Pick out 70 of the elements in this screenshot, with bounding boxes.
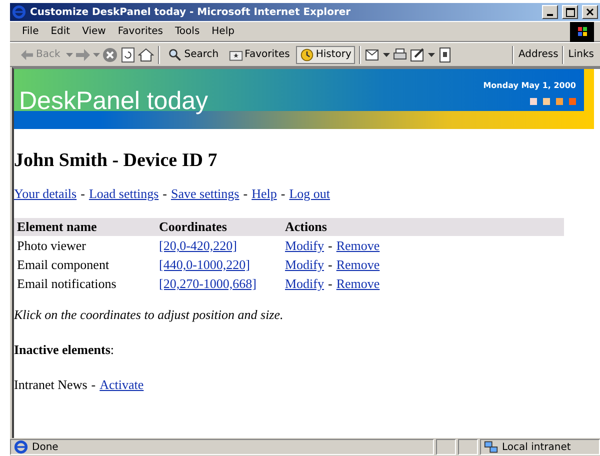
nav-link[interactable]: Log out [289,186,330,202]
toolbar-button[interactable]: History [296,46,356,64]
separator: - [328,276,332,292]
column-header: Element name [14,218,156,236]
menu-item[interactable]: File [16,26,45,37]
element-name: Email notifications [17,276,116,292]
zone-text: Local intranet [502,442,571,452]
refresh-icon[interactable] [120,46,136,62]
back-arrow-icon [20,48,34,60]
action-link[interactable]: Modify [285,257,324,273]
stop-icon[interactable] [102,46,118,62]
separator: - [280,186,286,202]
column-header: Actions [282,218,564,236]
action-link[interactable]: Remove [336,257,380,273]
separator: - [162,186,167,202]
separator: - [328,257,332,273]
action-link[interactable]: Modify [285,276,324,292]
separator: - [243,186,248,202]
close-icon [586,8,594,16]
network-icon [484,440,498,454]
menu-item[interactable]: Edit [44,26,76,37]
caret-icon[interactable] [428,52,436,56]
column-header: Coordinates [156,218,282,236]
coordinates-link[interactable]: [440,0-1000,220] [159,257,250,273]
nav-link[interactable]: Your details [14,186,77,202]
nav-link[interactable]: Load settings [88,186,159,202]
coordinates-link[interactable]: [20,270-1000,668] [159,276,256,292]
toolbar-button[interactable]: Search [164,46,223,64]
document-icon[interactable] [437,46,454,62]
browser-icon [12,5,26,19]
maximize-button[interactable] [562,5,578,19]
page-icon [14,440,28,454]
action-link[interactable]: Remove [336,276,380,292]
separator: - [91,377,96,393]
section-heading: Inactive elements: [14,342,114,358]
banner-title: DeskPanel today [19,89,208,114]
action-link[interactable]: Modify [285,238,324,254]
action-link[interactable]: Remove [336,238,380,254]
toolbar-button[interactable]: Favorites [224,46,294,64]
address-label: Address [518,49,558,60]
activate-link[interactable]: Activate [100,377,144,393]
links-label[interactable]: Links [568,49,594,60]
element-name: Email component [17,257,110,273]
minimize-button[interactable] [542,5,558,19]
clock-icon [300,48,314,62]
menu-item[interactable]: View [76,26,112,37]
status-text: Done [32,442,58,452]
nav-link[interactable]: Save settings [170,186,240,202]
window-title: Customize DeskPanel today - Microsoft Internet Explorer [30,6,352,18]
home-icon[interactable] [138,46,154,62]
menu-item[interactable]: Help [206,26,240,37]
close-button[interactable] [582,5,598,19]
menu-item[interactable]: Favorites [112,26,170,37]
separator: - [328,238,332,254]
page-heading: John Smith - Device ID 7 [14,150,218,172]
nav-link[interactable]: Help [252,186,277,202]
printer-icon[interactable] [392,46,408,62]
maximize-icon [566,8,574,16]
magnifier-icon [168,48,182,62]
element-name: Photo viewer [17,238,86,254]
coordinates-link[interactable]: [20,0-420,220] [159,238,237,254]
windows-logo-icon [570,22,594,42]
instruction-note: Klick on the coordinates to adjust position and size. [14,307,284,323]
menu-item[interactable]: Tools [169,26,206,37]
banner-date: Monday May 1, 2000 [483,81,576,90]
element-name: Intranet News [14,377,88,393]
caret-icon[interactable] [383,52,390,56]
separator: - [80,186,85,202]
edit-icon[interactable] [410,46,426,62]
mail-icon[interactable] [365,46,382,62]
